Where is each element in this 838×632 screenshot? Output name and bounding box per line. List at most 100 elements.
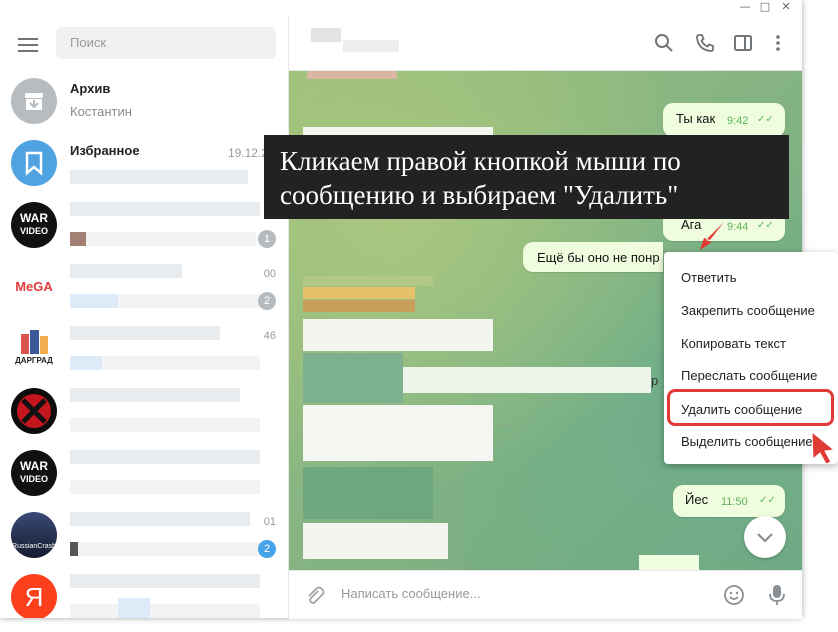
menu-item-select[interactable]: Выделить сообщение	[681, 434, 813, 449]
instruction-line: сообщению и выбираем "Удалить"	[280, 180, 679, 210]
blurred-message	[303, 319, 493, 351]
instruction-banner: Кликаем правой кнопкой мыши по сообщению…	[264, 135, 789, 219]
chat-item-archive[interactable]: Архив Костантин	[0, 72, 288, 134]
chat-item[interactable]	[0, 382, 288, 444]
chat-item[interactable]: WAR VIDEO 1	[0, 196, 288, 258]
chat-item[interactable]: MeGA 00 2	[0, 258, 288, 320]
chat-item[interactable]: WAR VIDEO	[0, 444, 288, 506]
blurred-message	[303, 523, 448, 559]
bookmark-icon	[11, 140, 57, 186]
minimize-button[interactable]: —	[735, 0, 755, 16]
chat-name: Избранное	[70, 143, 140, 158]
menu-item-pin[interactable]: Закрепить сообщение	[681, 303, 815, 318]
message-text: Ещё бы оно не понр	[537, 250, 660, 265]
blurred-preview	[70, 170, 248, 184]
avatar-text: RussianCrash	[12, 543, 56, 550]
blurred-block	[303, 276, 433, 286]
blurred-sticker	[307, 71, 397, 79]
chat-list-sidebar: Поиск Архив Костантин Избранное 19.12.20…	[0, 16, 289, 618]
blurred-name	[70, 388, 240, 402]
blurred-link	[70, 294, 118, 308]
blurred-name	[70, 326, 220, 340]
blurred-thumb	[70, 232, 86, 246]
channel-avatar: WAR VIDEO	[11, 202, 57, 248]
avatar-text: VIDEO	[19, 474, 48, 484]
chat-item-saved[interactable]: Избранное 19.12.2021	[0, 134, 288, 196]
blurred-name	[70, 202, 260, 216]
message-time: 9:44	[727, 221, 749, 233]
emoji-icon[interactable]	[723, 584, 745, 606]
message-bubble[interactable]: Ты как 9:42 ✓✓	[663, 103, 785, 137]
chat-date: 00	[263, 268, 276, 280]
channel-avatar: MeGA	[11, 264, 57, 310]
close-button[interactable]: ✕	[776, 0, 796, 16]
delete-highlight-frame	[667, 389, 834, 426]
partial-message-char: р	[651, 373, 659, 388]
sidebar-toggle-icon[interactable]	[732, 32, 754, 54]
channel-avatar: RussianCrash	[11, 512, 57, 558]
scroll-to-bottom-button[interactable]	[744, 516, 786, 558]
menu-item-forward[interactable]: Переслать сообщение	[681, 368, 817, 383]
message-bubble[interactable]: Ещё бы оно не понр	[523, 242, 663, 272]
blurred-message	[403, 367, 651, 393]
chat-name: Архив	[70, 81, 111, 96]
blurred-link	[70, 356, 102, 370]
red-arrow-icon	[700, 222, 724, 250]
blurred-preview	[70, 480, 260, 494]
blurred-name	[70, 450, 260, 464]
menu-item-copy-text[interactable]: Копировать текст	[681, 336, 786, 351]
blurred-chat-title	[311, 28, 341, 42]
blurred-name	[70, 574, 260, 588]
blurred-thumb	[70, 542, 78, 556]
hamburger-menu-icon[interactable]	[18, 38, 38, 52]
message-input[interactable]: Написать сообщение...	[341, 586, 481, 601]
phone-call-icon[interactable]	[694, 32, 716, 54]
instruction-line: Кликаем правой кнопкой мыши по	[280, 146, 681, 176]
avatar-text: MeGA	[15, 279, 53, 294]
red-cursor-arrow-icon	[811, 430, 836, 465]
blurred-message	[639, 555, 699, 570]
microphone-icon[interactable]	[767, 583, 787, 607]
blurred-media	[303, 353, 403, 403]
menu-item-reply[interactable]: Ответить	[681, 270, 737, 285]
channel-avatar: ДАРГРАД	[11, 326, 57, 372]
maximize-button[interactable]: □	[755, 0, 775, 16]
blurred-preview	[86, 232, 256, 246]
unread-badge: 2	[258, 540, 276, 558]
avatar-text: WAR	[20, 459, 48, 473]
blurred-block	[303, 287, 415, 299]
blurred-block	[303, 300, 415, 312]
chat-date: 01	[263, 516, 276, 528]
avatar-text: WAR	[20, 211, 48, 225]
chat-item[interactable]: Я	[0, 568, 288, 618]
channel-avatar: WAR VIDEO	[11, 450, 57, 496]
blurred-message	[303, 405, 493, 461]
blurred-chat-status	[343, 40, 399, 52]
blurred-preview	[70, 542, 260, 556]
double-check-icon: ✓✓	[757, 114, 774, 125]
chat-item[interactable]: RussianCrash 01 2	[0, 506, 288, 568]
unread-badge: 1	[258, 230, 276, 248]
chat-date: 46	[263, 330, 276, 342]
blurred-media	[303, 467, 433, 519]
search-input[interactable]: Поиск	[56, 27, 276, 59]
unread-badge: 2	[258, 292, 276, 310]
message-bubble[interactable]: Йес 11:50 ✓✓	[673, 485, 785, 517]
blurred-name	[70, 512, 250, 526]
message-time: 9:42	[727, 115, 749, 127]
chat-header	[289, 16, 802, 71]
search-icon[interactable]	[653, 32, 675, 54]
double-check-icon: ✓✓	[759, 495, 776, 506]
more-options-icon[interactable]	[767, 32, 789, 54]
title-bar: — □ ✕	[0, 0, 802, 16]
double-check-icon: ✓✓	[757, 220, 774, 231]
avatar-text: VIDEO	[19, 226, 48, 236]
chevron-down-icon	[757, 533, 773, 543]
chat-item[interactable]: ДАРГРАД 46	[0, 320, 288, 382]
blurred-preview	[70, 604, 260, 618]
attach-paperclip-icon[interactable]	[303, 584, 325, 606]
message-text: Йес	[685, 492, 709, 507]
blurred-name	[70, 264, 182, 278]
blurred-link	[118, 598, 150, 618]
archive-icon	[11, 78, 57, 124]
